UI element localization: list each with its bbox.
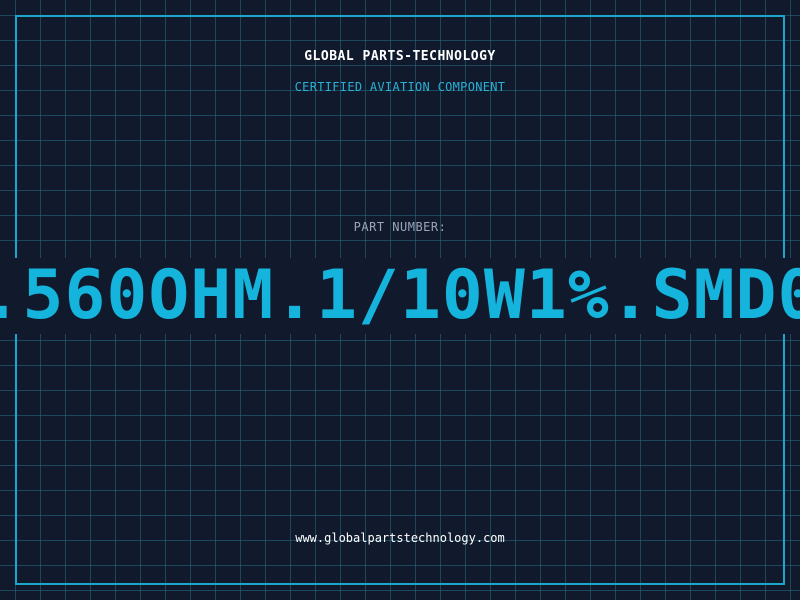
tagline: CERTIFIED AVIATION COMPONENT: [294, 80, 506, 94]
website-url: www.globalpartstechnology.com: [295, 531, 505, 545]
part-number-value: RES.560OHM.1/10W1%.SMD0603: [0, 258, 800, 334]
part-number-band: RES.560OHM.1/10W1%.SMD0603: [0, 258, 800, 334]
company-name: GLOBAL PARTS-TECHNOLOGY: [304, 49, 496, 64]
part-number-label: PART NUMBER:: [353, 220, 447, 234]
